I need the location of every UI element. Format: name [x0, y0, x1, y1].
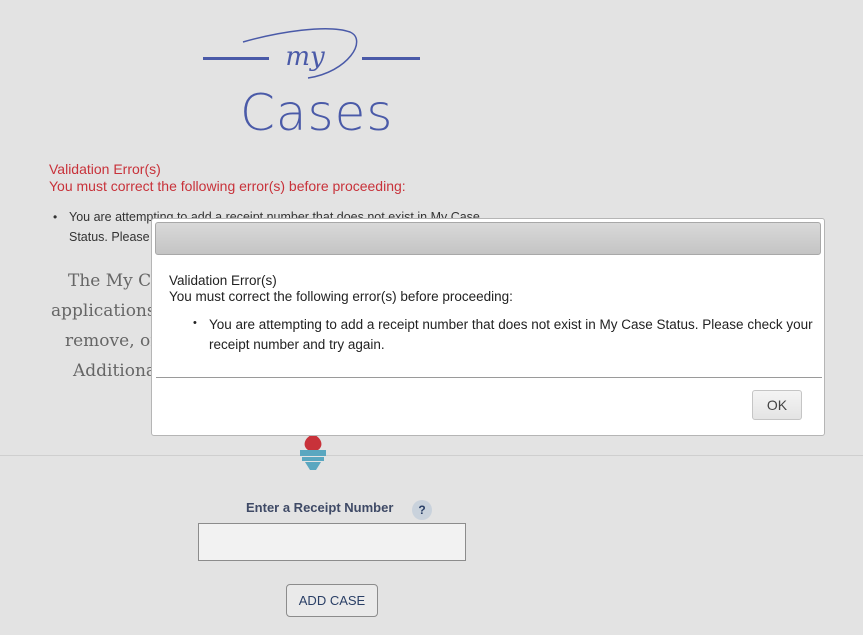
dialog-error-message: You are attempting to add a receipt numb… [209, 317, 813, 352]
section-divider [0, 455, 863, 456]
intro-line: Additiona [73, 361, 157, 381]
dialog-error-title: Validation Error(s) [169, 273, 277, 288]
intro-paragraph: The My Ca applications remove, or Additi… [48, 266, 162, 386]
intro-line: applications [51, 301, 156, 321]
my-cases-logo: my Cases [200, 22, 424, 147]
validation-error-dialog: Validation Error(s) You must correct the… [151, 218, 825, 436]
receipt-number-label: Enter a Receipt Number [246, 500, 394, 515]
dialog-titlebar[interactable] [155, 222, 821, 255]
add-case-button[interactable]: ADD CASE [286, 584, 378, 617]
logo-right-rule [362, 57, 420, 60]
help-icon[interactable]: ? [412, 500, 432, 520]
torch-icon [300, 434, 326, 470]
logo-title: Cases [240, 84, 394, 142]
receipt-number-input[interactable] [198, 523, 466, 561]
bullet-icon: • [193, 317, 197, 329]
dialog-separator [156, 377, 822, 378]
page-error-title: Validation Error(s) [49, 161, 161, 177]
page-error-subtitle: You must correct the following error(s) … [49, 178, 406, 194]
intro-line: The My Ca [68, 271, 162, 291]
intro-line: remove, or [65, 331, 159, 351]
ok-button[interactable]: OK [752, 390, 802, 420]
bullet-icon: • [53, 210, 58, 224]
logo-my-text: my [285, 42, 325, 72]
dialog-error-subtitle: You must correct the following error(s) … [169, 289, 513, 304]
